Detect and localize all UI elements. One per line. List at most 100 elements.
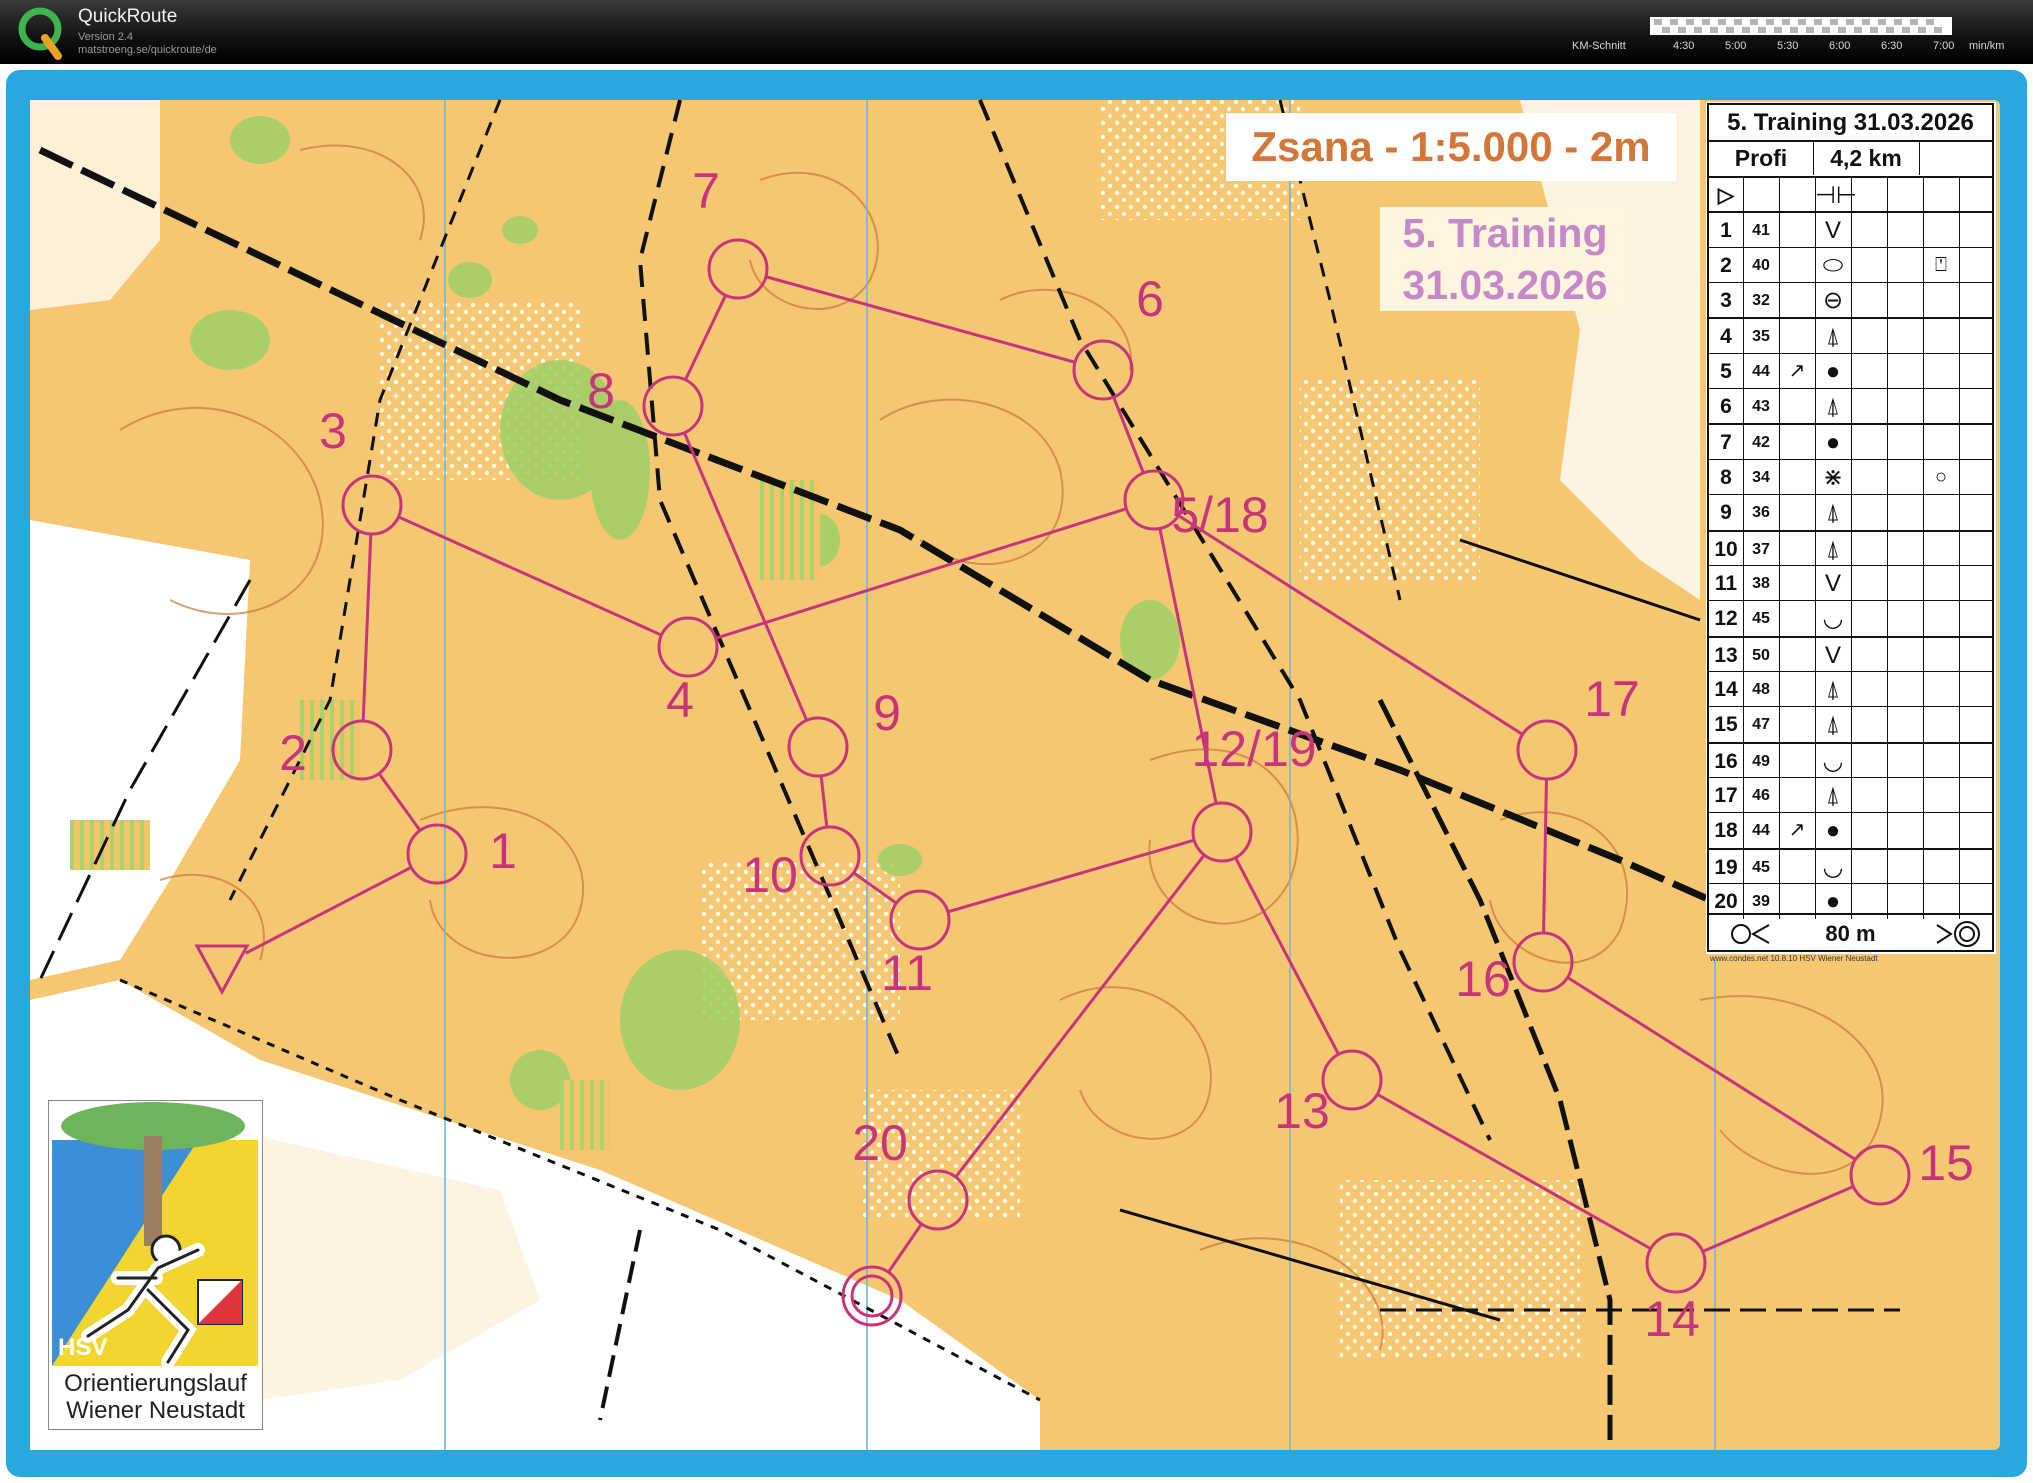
- cd-control-code: 49: [1752, 752, 1770, 770]
- cd-control-number: 18: [1714, 819, 1738, 843]
- cd-control-number: 12: [1714, 607, 1738, 631]
- cd-grid-line: [1959, 637, 1960, 673]
- cd-control-number: 8: [1720, 465, 1732, 489]
- cd-footer: www.condes.net 10.8.10 HSV Wiener Neusta…: [1710, 954, 1878, 963]
- finish-circle-icon: [1936, 921, 1980, 947]
- cd-grid-line: [1959, 247, 1960, 283]
- cd-extra-symbol-icon: ↗: [1788, 359, 1806, 382]
- cd-grid-line: [1887, 671, 1888, 707]
- cd-grid-line: [1887, 495, 1888, 531]
- cd-class: Profi: [1709, 142, 1814, 175]
- control-number: 4: [666, 672, 694, 728]
- cd-control-code: 44: [1752, 822, 1770, 840]
- control-number: 3: [319, 403, 347, 459]
- cd-control-number: 14: [1714, 677, 1738, 701]
- cd-grid-line: [1887, 565, 1888, 601]
- cd-control-code: 37: [1752, 540, 1770, 558]
- cd-control-number: 1: [1720, 219, 1732, 243]
- cd-grid-line: [1851, 849, 1852, 885]
- control-number: 6: [1136, 271, 1164, 327]
- cd-grid-line: [1923, 283, 1924, 319]
- training-label: 5. Training 31.03.2026: [1380, 207, 1630, 311]
- cd-row: 15 47 ⍋: [1709, 706, 1992, 743]
- cd-grid-line: [1779, 459, 1780, 495]
- cd-grid-line: [1923, 319, 1924, 355]
- cd-grid-line: [1887, 637, 1888, 673]
- cd-grid-line: [1959, 777, 1960, 813]
- cd-grid-line: [1851, 565, 1852, 601]
- cd-row: 1 41 V: [1709, 211, 1992, 249]
- cd-grid-line: [1779, 319, 1780, 355]
- cd-grid-line: [1851, 531, 1852, 567]
- cd-grid-line: [1887, 601, 1888, 637]
- club-emblem-icon: [52, 1102, 258, 1369]
- cd-row: 19 45 ◡: [1709, 847, 1992, 885]
- cd-grid-line: [1851, 813, 1852, 849]
- control-number: 1: [489, 823, 517, 879]
- cd-control-number: 2: [1720, 253, 1732, 277]
- cd-grid-line: [1851, 637, 1852, 673]
- cd-grid-line: [1851, 283, 1852, 319]
- cd-grid-line: [1887, 459, 1888, 495]
- cd-grid-line: [1959, 459, 1960, 495]
- cd-feature-symbol: V: [1824, 569, 1841, 597]
- cd-grid-line: [1923, 495, 1924, 531]
- control-number: 13: [1274, 1083, 1330, 1139]
- cd-grid-line: [1851, 671, 1852, 707]
- cd-grid-line: [1923, 813, 1924, 849]
- control-number: 20: [852, 1115, 908, 1171]
- cd-feature-symbol: ⋇: [1822, 463, 1844, 491]
- cd-grid-line: [1779, 601, 1780, 637]
- map-title-box: Zsana - 1:5.000 - 2m: [1226, 113, 1676, 181]
- cd-grid-line: [1959, 671, 1960, 707]
- cd-grid-line: [1851, 743, 1852, 779]
- cd-feature-symbol: ⍋: [1825, 323, 1841, 351]
- cd-control-number: 13: [1714, 643, 1738, 667]
- cd-control-code: 45: [1752, 610, 1770, 628]
- cd-feature-symbol: ●: [1825, 429, 1841, 457]
- cd-row: ▷ ⊣⊢: [1709, 176, 1992, 213]
- cd-row: 13 50 V: [1709, 635, 1992, 673]
- cd-grid-line: [1779, 178, 1780, 213]
- cd-control-number: 15: [1714, 713, 1738, 737]
- cd-control-code: 43: [1752, 398, 1770, 416]
- cd-grid-line: [1887, 531, 1888, 567]
- cd-feature-symbol: ⍋: [1825, 499, 1841, 527]
- cd-grid-line: [1923, 707, 1924, 743]
- cd-feature-symbol: V: [1824, 641, 1841, 669]
- cd-control-code: 38: [1752, 574, 1770, 592]
- cd-control-number: 3: [1720, 289, 1732, 313]
- cd-control-code: 42: [1752, 434, 1770, 452]
- cd-row: 9 36 ⍋: [1709, 494, 1992, 531]
- control-number: 8: [587, 363, 615, 419]
- cd-grid-line: [1923, 777, 1924, 813]
- cd-grid-line: [1851, 495, 1852, 531]
- cd-grid-line: [1959, 389, 1960, 425]
- cd-grid-line: [1779, 247, 1780, 283]
- cd-grid-line: [1887, 425, 1888, 461]
- cd-grid-line: [1959, 531, 1960, 567]
- cd-grid-line: [1959, 283, 1960, 319]
- cd-control-code: 48: [1752, 680, 1770, 698]
- cd-control-code: 45: [1752, 858, 1770, 876]
- cd-grid-line: [1959, 353, 1960, 389]
- cd-grid-line: [1959, 743, 1960, 779]
- cd-grid-line: [1887, 743, 1888, 779]
- cd-grid-line: [1779, 425, 1780, 461]
- club-name-line2: Wiener Neustadt: [66, 1397, 245, 1424]
- cd-row: 5 44 ● ↗: [1709, 352, 1992, 389]
- control-description-sheet: 5. Training 31.03.2026 Profi 4,2 km ▷ ⊣⊢ 1…: [1707, 103, 1994, 952]
- cd-feature-symbol: ⊖: [1822, 287, 1844, 315]
- cd-grid-line: [1887, 178, 1888, 213]
- cd-grid-line: [1887, 213, 1888, 249]
- cd-grid-line: [1923, 601, 1924, 637]
- cd-control-code: 41: [1752, 222, 1770, 240]
- cd-control-code: 34: [1752, 468, 1770, 486]
- cd-feature-symbol: ●: [1825, 817, 1841, 845]
- cd-grid-line: [1851, 601, 1852, 637]
- cd-grid-line: [1923, 389, 1924, 425]
- cd-title: 5. Training 31.03.2026: [1709, 105, 1992, 142]
- cd-grid-line: [1959, 707, 1960, 743]
- control-number: 2: [279, 725, 307, 781]
- training-label-line2: 31.03.2026: [1402, 262, 1608, 308]
